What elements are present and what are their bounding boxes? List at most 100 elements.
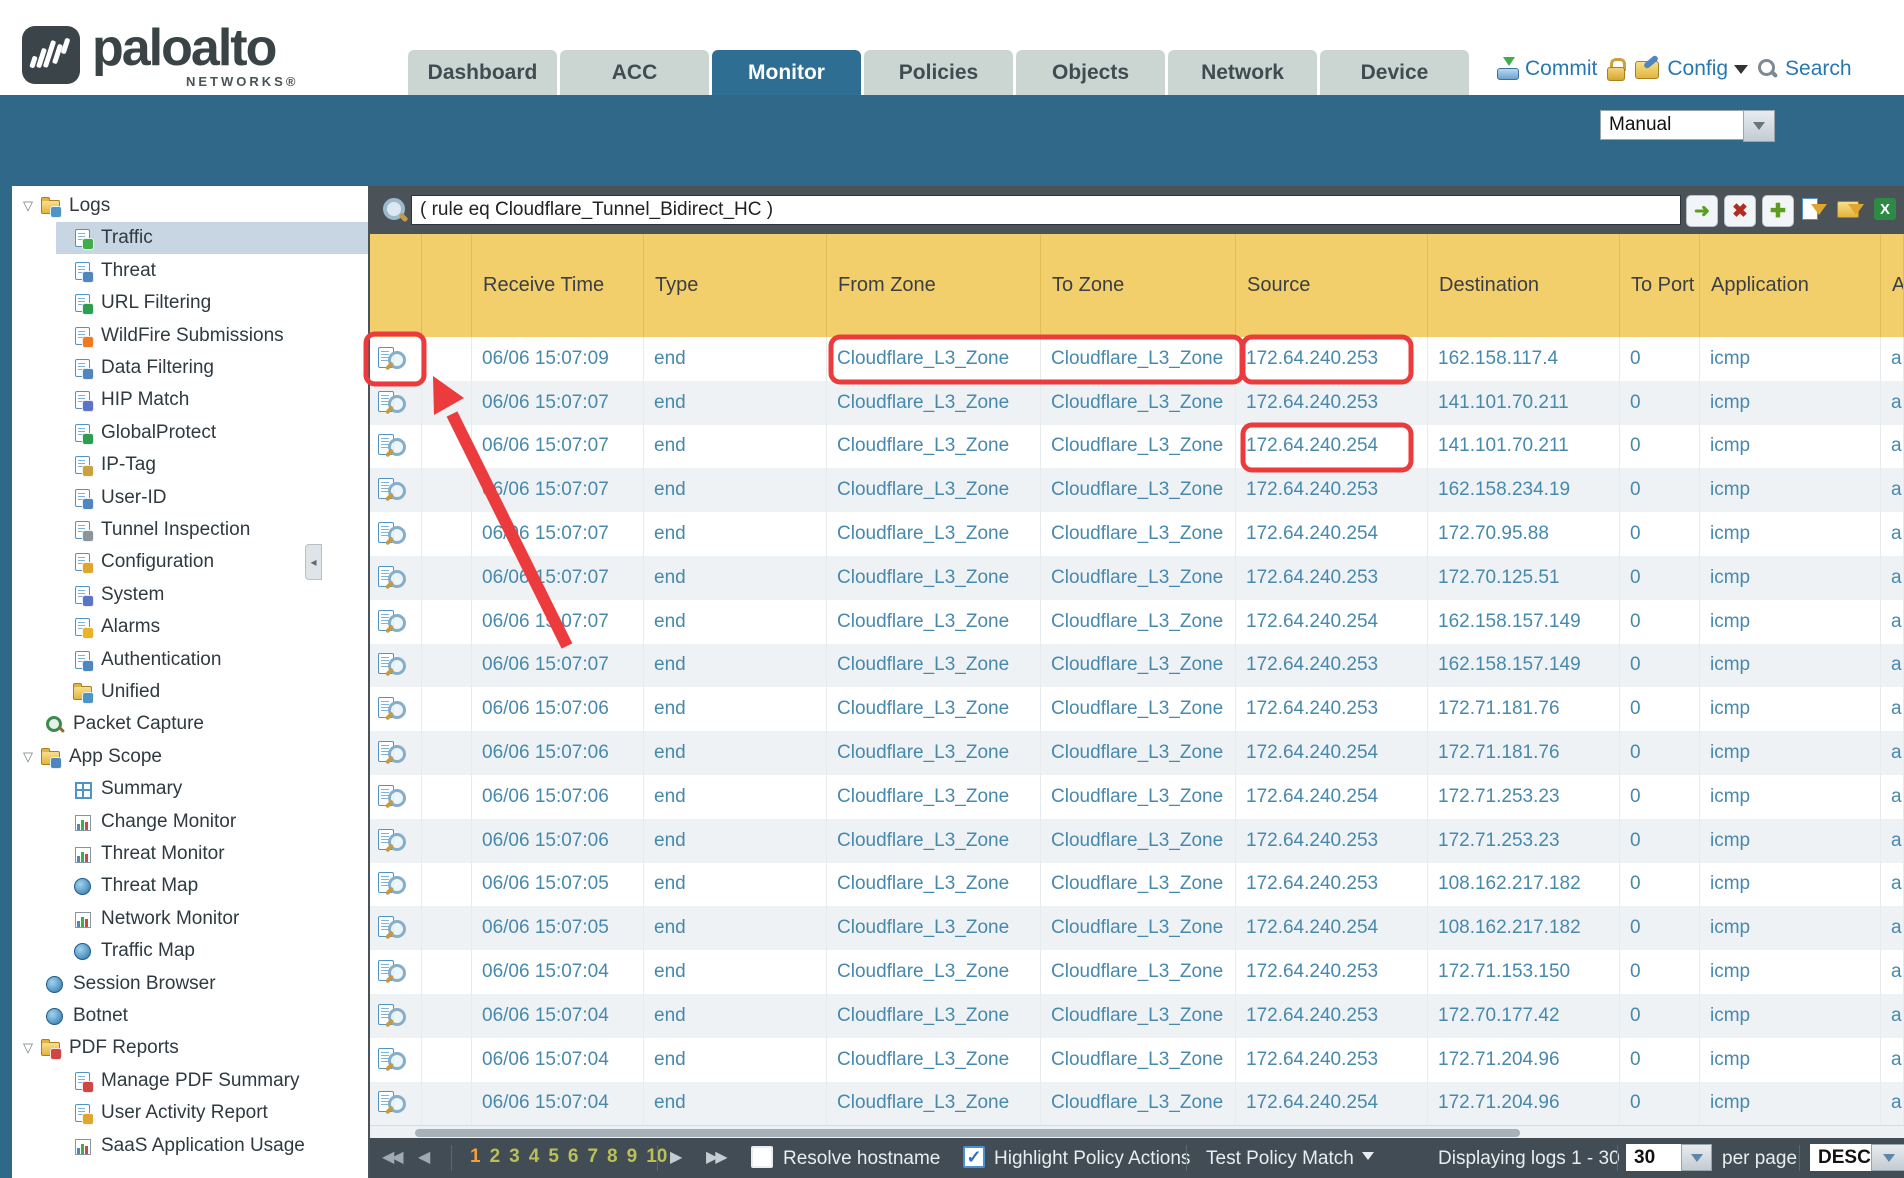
cell-destination[interactable]: 108.162.217.182 — [1428, 863, 1620, 907]
cell-receive_time[interactable]: 06/06 15:07:06 — [472, 819, 644, 863]
page-number-6[interactable]: 6 — [568, 1146, 579, 1168]
cell-application[interactable]: icmp — [1700, 950, 1881, 994]
cell-to_zone[interactable]: Cloudflare_L3_Zone — [1041, 556, 1236, 600]
cell-to_port[interactable]: 0 — [1620, 381, 1700, 425]
page-number-4[interactable]: 4 — [529, 1146, 540, 1168]
sidebar-item-alarms[interactable]: Alarms — [12, 611, 368, 643]
cell-application[interactable]: icmp — [1700, 731, 1881, 775]
sidebar-item-ip-tag[interactable]: IP-Tag — [12, 449, 368, 481]
load-filter-icon[interactable] — [1836, 195, 1866, 225]
log-detail-icon[interactable] — [378, 346, 408, 372]
apply-filter-icon[interactable]: ➜ — [1686, 195, 1718, 227]
sidebar-item-summary[interactable]: Summary — [12, 773, 368, 805]
cell-destination[interactable]: 172.71.253.23 — [1428, 775, 1620, 819]
sidebar-item-url-filtering[interactable]: URL Filtering — [12, 287, 368, 319]
cell-action[interactable]: a — [1881, 468, 1904, 512]
sidebar-item-saas-application-usage[interactable]: SaaS Application Usage — [12, 1130, 368, 1162]
cell-destination[interactable]: 172.71.204.96 — [1428, 1082, 1620, 1125]
cell-source[interactable]: 172.64.240.253 — [1236, 381, 1428, 425]
refresh-mode-select[interactable]: Manual — [1600, 110, 1745, 140]
cell-receive_time[interactable]: 06/06 15:07:06 — [472, 731, 644, 775]
cell-type[interactable]: end — [644, 950, 827, 994]
cell-from_zone[interactable]: Cloudflare_L3_Zone — [827, 863, 1041, 907]
cell-from_zone[interactable]: Cloudflare_L3_Zone — [827, 425, 1041, 469]
column-header-action[interactable]: A — [1881, 234, 1904, 337]
cell-type[interactable]: end — [644, 337, 827, 381]
cell-from_zone[interactable]: Cloudflare_L3_Zone — [827, 950, 1041, 994]
cell-action[interactable]: a — [1881, 994, 1904, 1038]
cell-action[interactable]: a — [1881, 512, 1904, 556]
cell-source[interactable]: 172.64.240.253 — [1236, 994, 1428, 1038]
cell-to_port[interactable]: 0 — [1620, 600, 1700, 644]
expander-icon[interactable]: ▽ — [23, 198, 41, 214]
column-header-receive_time[interactable]: Receive Time — [472, 234, 644, 337]
sidebar-item-authentication[interactable]: Authentication — [12, 644, 368, 676]
column-header-to_port[interactable]: To Port — [1620, 234, 1700, 337]
cell-to_port[interactable]: 0 — [1620, 1082, 1700, 1125]
resolve-hostname-checkbox[interactable] — [751, 1146, 773, 1168]
cell-type[interactable]: end — [644, 906, 827, 950]
cell-destination[interactable]: 172.70.95.88 — [1428, 512, 1620, 556]
cell-type[interactable]: end — [644, 425, 827, 469]
cell-action[interactable]: a — [1881, 950, 1904, 994]
cell-receive_time[interactable]: 06/06 15:07:05 — [472, 863, 644, 907]
cell-type[interactable]: end — [644, 994, 827, 1038]
cell-type[interactable]: end — [644, 1082, 827, 1125]
scrollbar-thumb[interactable] — [415, 1129, 1520, 1137]
cell-action[interactable]: a — [1881, 1082, 1904, 1125]
highlight-policy-actions-checkbox[interactable]: ✓ — [963, 1146, 985, 1168]
cell-source[interactable]: 172.64.240.253 — [1236, 468, 1428, 512]
cell-from_zone[interactable]: Cloudflare_L3_Zone — [827, 337, 1041, 381]
cell-to_zone[interactable]: Cloudflare_L3_Zone — [1041, 468, 1236, 512]
log-detail-icon[interactable] — [378, 521, 408, 547]
tab-monitor[interactable]: Monitor — [712, 50, 861, 95]
sidebar-item-pdf-reports[interactable]: ▽PDF Reports — [12, 1032, 368, 1064]
cell-receive_time[interactable]: 06/06 15:07:04 — [472, 994, 644, 1038]
log-detail-icon[interactable] — [378, 871, 408, 897]
cell-destination[interactable]: 172.70.177.42 — [1428, 994, 1620, 1038]
cell-to_zone[interactable]: Cloudflare_L3_Zone — [1041, 863, 1236, 907]
cell-source[interactable]: 172.64.240.254 — [1236, 1082, 1428, 1125]
cell-destination[interactable]: 108.162.217.182 — [1428, 906, 1620, 950]
cell-source[interactable]: 172.64.240.253 — [1236, 819, 1428, 863]
column-header-destination[interactable]: Destination — [1428, 234, 1620, 337]
cell-to_zone[interactable]: Cloudflare_L3_Zone — [1041, 1038, 1236, 1082]
cell-destination[interactable]: 172.71.153.150 — [1428, 950, 1620, 994]
page-number-2[interactable]: 2 — [490, 1146, 501, 1168]
cell-source[interactable]: 172.64.240.253 — [1236, 950, 1428, 994]
cell-to_port[interactable]: 0 — [1620, 950, 1700, 994]
cell-to_port[interactable]: 0 — [1620, 1038, 1700, 1082]
cell-receive_time[interactable]: 06/06 15:07:04 — [472, 1038, 644, 1082]
cell-to_port[interactable]: 0 — [1620, 994, 1700, 1038]
cell-action[interactable]: a — [1881, 906, 1904, 950]
cell-type[interactable]: end — [644, 556, 827, 600]
cell-destination[interactable]: 172.71.204.96 — [1428, 1038, 1620, 1082]
cell-source[interactable]: 172.64.240.254 — [1236, 731, 1428, 775]
sidebar-collapse-handle[interactable]: ◂ — [305, 544, 322, 580]
log-detail-icon[interactable] — [378, 828, 408, 854]
cell-from_zone[interactable]: Cloudflare_L3_Zone — [827, 731, 1041, 775]
cell-application[interactable]: icmp — [1700, 468, 1881, 512]
cell-type[interactable]: end — [644, 819, 827, 863]
column-header-to_zone[interactable]: To Zone — [1041, 234, 1236, 337]
cell-action[interactable]: a — [1881, 819, 1904, 863]
cell-from_zone[interactable]: Cloudflare_L3_Zone — [827, 687, 1041, 731]
log-detail-icon[interactable] — [378, 959, 408, 985]
cell-destination[interactable]: 141.101.70.211 — [1428, 381, 1620, 425]
cell-application[interactable]: icmp — [1700, 337, 1881, 381]
tab-policies[interactable]: Policies — [864, 50, 1013, 95]
cell-action[interactable]: a — [1881, 381, 1904, 425]
log-detail-icon[interactable] — [378, 1090, 408, 1116]
cell-to_port[interactable]: 0 — [1620, 556, 1700, 600]
column-header-detail[interactable] — [370, 234, 422, 337]
cell-type[interactable]: end — [644, 512, 827, 556]
cell-action[interactable]: a — [1881, 1038, 1904, 1082]
cell-destination[interactable]: 162.158.117.4 — [1428, 337, 1620, 381]
cell-receive_time[interactable]: 06/06 15:07:07 — [472, 381, 644, 425]
clear-filter-icon[interactable]: ✖ — [1724, 195, 1756, 227]
sidebar-item-traffic[interactable]: Traffic — [12, 222, 368, 254]
log-detail-icon[interactable] — [378, 915, 408, 941]
page-number-5[interactable]: 5 — [548, 1146, 559, 1168]
cell-application[interactable]: icmp — [1700, 556, 1881, 600]
cell-to_port[interactable]: 0 — [1620, 731, 1700, 775]
